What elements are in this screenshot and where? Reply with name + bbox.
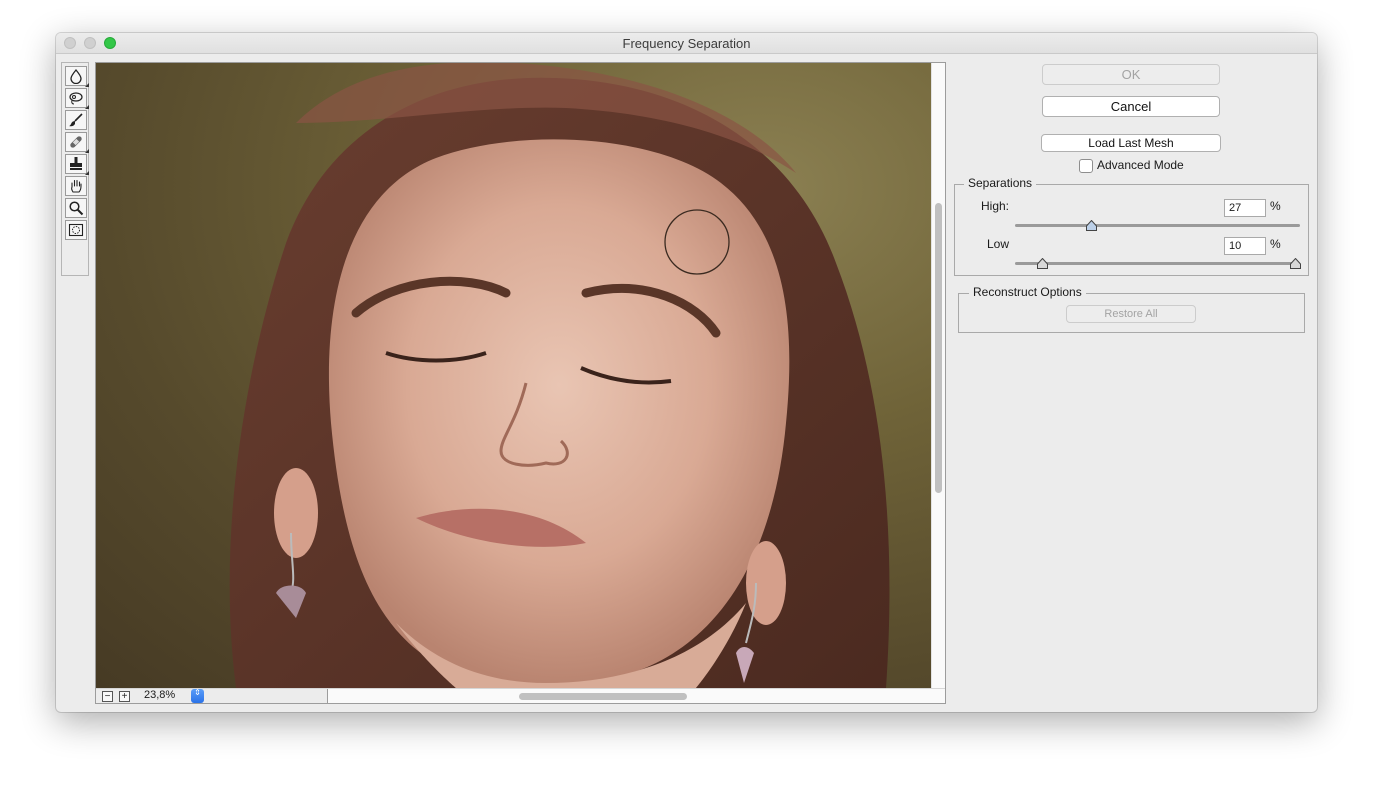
- high-slider-thumb[interactable]: [1086, 220, 1097, 231]
- high-slider-track[interactable]: [1015, 224, 1300, 227]
- zoom-in-button[interactable]: +: [119, 691, 130, 702]
- low-value-field[interactable]: 10: [1224, 237, 1266, 255]
- drop-tool-button[interactable]: [65, 66, 89, 87]
- separations-title: Separations: [964, 176, 1037, 190]
- lasso-icon: [69, 92, 83, 105]
- mask-icon: [68, 223, 84, 237]
- zoom-tool-button[interactable]: [65, 198, 87, 218]
- low-slider-track[interactable]: [1015, 262, 1300, 265]
- reconstruct-options-title: Reconstruct Options: [969, 285, 1086, 299]
- portrait-image: [229, 63, 890, 688]
- vertical-scrollbar[interactable]: [931, 63, 945, 688]
- stamp-tool-button[interactable]: [65, 154, 89, 175]
- preview-canvas[interactable]: − + 23,8% ⇕: [95, 62, 946, 704]
- hand-tool-button[interactable]: [65, 176, 87, 196]
- vertical-scroll-thumb[interactable]: [935, 203, 942, 493]
- high-value-field[interactable]: 27: [1224, 199, 1266, 217]
- toolbox: [61, 62, 89, 276]
- restore-all-button[interactable]: Restore All: [1066, 305, 1196, 323]
- hand-icon: [71, 179, 82, 193]
- low-slider-thumb-left[interactable]: [1037, 258, 1048, 269]
- cancel-button[interactable]: Cancel: [1042, 96, 1220, 117]
- frequency-separation-window: Frequency Separation − + 23,8% ⇕ OK Canc…: [56, 33, 1317, 712]
- zoom-controls: − + 23,8% ⇕: [96, 689, 328, 703]
- low-label: Low: [987, 237, 1010, 251]
- brush-icon: [69, 113, 83, 127]
- ok-button[interactable]: OK: [1042, 64, 1220, 85]
- lasso-tool-button[interactable]: [65, 88, 89, 109]
- separations-group: Separations High: 27 % Low 10 %: [954, 176, 1309, 276]
- low-unit: %: [1270, 237, 1281, 251]
- load-last-mesh-button[interactable]: Load Last Mesh: [1041, 134, 1221, 152]
- zoom-value[interactable]: 23,8%: [144, 689, 175, 701]
- stamp-icon: [70, 157, 82, 170]
- horizontal-scroll-thumb[interactable]: [519, 693, 687, 700]
- brush-tool-button[interactable]: [65, 110, 87, 130]
- low-slider-thumb-right[interactable]: [1290, 258, 1301, 269]
- advanced-mode-label: Advanced Mode: [1097, 158, 1184, 172]
- zoom-out-button[interactable]: −: [102, 691, 113, 702]
- window-title: Frequency Separation: [622, 36, 751, 51]
- mask-tool-button[interactable]: [65, 220, 87, 240]
- drop-icon: [70, 68, 82, 84]
- magnifier-icon: [69, 201, 84, 216]
- high-label: High:: [981, 199, 1010, 213]
- preview-image[interactable]: [96, 63, 931, 688]
- advanced-mode-checkbox[interactable]: [1079, 159, 1093, 173]
- zoom-stepper[interactable]: ⇕: [191, 689, 204, 703]
- high-unit: %: [1270, 199, 1281, 213]
- canvas-status-bar: − + 23,8% ⇕: [96, 688, 945, 703]
- reconstruct-options-group: Reconstruct Options Restore All: [958, 285, 1305, 333]
- bandage-icon: [70, 136, 82, 148]
- healing-tool-button[interactable]: [65, 132, 89, 153]
- title-bar: Frequency Separation: [56, 33, 1317, 54]
